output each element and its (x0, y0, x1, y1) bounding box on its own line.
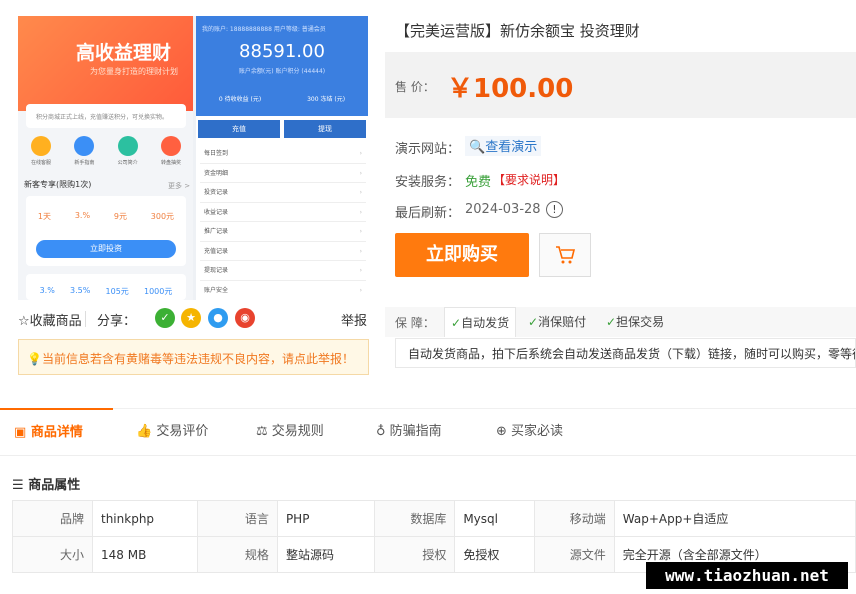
cart-icon (556, 246, 576, 264)
qq-share-icon[interactable]: ● (208, 308, 228, 328)
check-icon: ✓ (606, 315, 617, 329)
price-value: ￥100.00 (447, 74, 574, 104)
guarantee-description: 自动发货商品，拍下后系统会自动发送商品发货（下载）链接，随时可以购买，零等待 (395, 338, 856, 368)
scale-icon: ⚖ (256, 424, 268, 439)
preview-more: 更多 > (168, 182, 191, 190)
preview-icon-item: 公司简介 (113, 136, 143, 170)
preview-balance-sub: 账户余额(元) 账户积分 (44444) (238, 68, 326, 75)
price-label: 售 价： (395, 80, 435, 94)
preview-menu-item: 推广记录 (200, 222, 366, 242)
check-icon: ✓ (451, 316, 462, 330)
preview-menu-item: 充值记录 (200, 242, 366, 261)
info-icon[interactable]: ! (546, 201, 563, 218)
preview-menu-item: 资金明细 (200, 164, 366, 183)
preview-menu-item: 每日签到 (200, 144, 366, 164)
thumbs-up-icon: 👍 (136, 424, 153, 439)
preview-account-info: 我的账户: 18888888888 用户等级: 普通会员 (202, 26, 326, 33)
preview-invest-button: 立即投资 (36, 240, 176, 258)
product-title: 【完美运营版】新仿余额宝 投资理财 (395, 22, 640, 40)
preview-icon-row: 在线客服 新手指南 公司简介 转盘抽奖 (26, 136, 186, 170)
add-to-cart-button[interactable] (539, 233, 591, 277)
report-warning[interactable]: 💡当前信息若含有黄赌毒等违法违规不良内容，请点此举报！ (18, 339, 369, 375)
site-watermark: www.tiaozhuan.net (646, 562, 848, 589)
preview-stats-2: 3.% 3.5% 105元 1000元 (26, 274, 186, 300)
install-value: 免费 (465, 175, 492, 190)
weibo-share-icon[interactable]: ◉ (235, 308, 255, 328)
tab-anti-fraud[interactable]: ♁ 防骗指南 (376, 408, 442, 456)
preview-section-title: 新客专享(限购1次) (24, 180, 92, 189)
preview-menu-item: 提现记录 (200, 261, 366, 281)
install-requirements-link[interactable]: 【要求说明】 (493, 171, 565, 188)
divider (85, 311, 86, 327)
preview-banner-sub: 为您量身打造的理财计划 (90, 67, 178, 76)
tab-details[interactable]: ▣ 商品详情 (0, 408, 113, 456)
tab-rules[interactable]: ⚖ 交易规则 (256, 408, 324, 456)
preview-action-buttons: 充值 提现 (198, 120, 366, 138)
preview-icon-item: 在线客服 (26, 136, 56, 170)
tab-buyer-notice[interactable]: ⊕ 买家必读 (496, 408, 563, 456)
demo-label: 演示网站： (395, 142, 461, 157)
tab-reviews[interactable]: 👍 交易评价 (136, 408, 208, 456)
guarantee-label: 保 障： (395, 316, 435, 330)
document-icon: ▣ (14, 425, 27, 440)
guarantee-escrow[interactable]: ✓担保交易 (606, 307, 664, 337)
preview-banner-title: 高收益理财 (76, 42, 172, 64)
preview-menu-list: 每日签到 资金明细 投资记录 收益记录 推广记录 充值记录 提现记录 账户安全 (200, 144, 366, 293)
wechat-share-icon[interactable]: ✓ (155, 308, 175, 328)
check-icon: ✓ (528, 315, 539, 329)
bulb-icon: ♁ (376, 424, 386, 439)
qzone-share-icon[interactable]: ★ (181, 308, 201, 328)
guarantee-compensation[interactable]: ✓消保赔付 (528, 307, 586, 337)
preview-menu-item: 投资记录 (200, 183, 366, 203)
preview-withdraw-button: 提现 (284, 120, 366, 138)
preview-menu-item: 收益记录 (200, 203, 366, 222)
report-link[interactable]: 举报 (341, 310, 367, 329)
guarantee-auto-ship[interactable]: ✓自动发货 (444, 307, 517, 337)
attributes-title: ☰ 商品属性 (12, 478, 81, 493)
preview-icon-item: 转盘抽奖 (156, 136, 186, 170)
share-label: 分享： (97, 314, 137, 329)
lightbulb-icon: 💡 (27, 352, 42, 366)
favorite-button[interactable]: ☆收藏商品 (18, 310, 82, 329)
preview-balance: 88591.00 (239, 41, 325, 62)
demo-link[interactable]: 🔍查看演示 (465, 136, 542, 156)
buy-now-button[interactable]: 立即购买 (395, 233, 529, 277)
plus-circle-icon: ⊕ (496, 424, 507, 439)
refresh-label: 最后刷新： (395, 206, 461, 221)
preview-menu-item: 账户安全 (200, 281, 366, 293)
table-row: 品牌 thinkphp 语言 PHP 数据库 Mysql 移动端 Wap+App+自适应 (12, 500, 856, 537)
preview-notice: 积分商城正式上线，充值赚送积分，可兑换实物。 (26, 104, 186, 128)
preview-recharge-button: 充值 (198, 120, 280, 138)
install-label: 安装服务： (395, 175, 461, 190)
preview-stats: 1天 3.% 9元 300元 (37, 211, 175, 221)
preview-account-row: 0 待收收益 (元) 300 冻结 (元) (218, 96, 346, 103)
list-icon: ☰ (12, 478, 24, 493)
search-icon: 🔍 (469, 140, 486, 155)
preview-icon-item: 新手指南 (69, 136, 99, 170)
refresh-date: 2024-03-28 (465, 202, 541, 217)
